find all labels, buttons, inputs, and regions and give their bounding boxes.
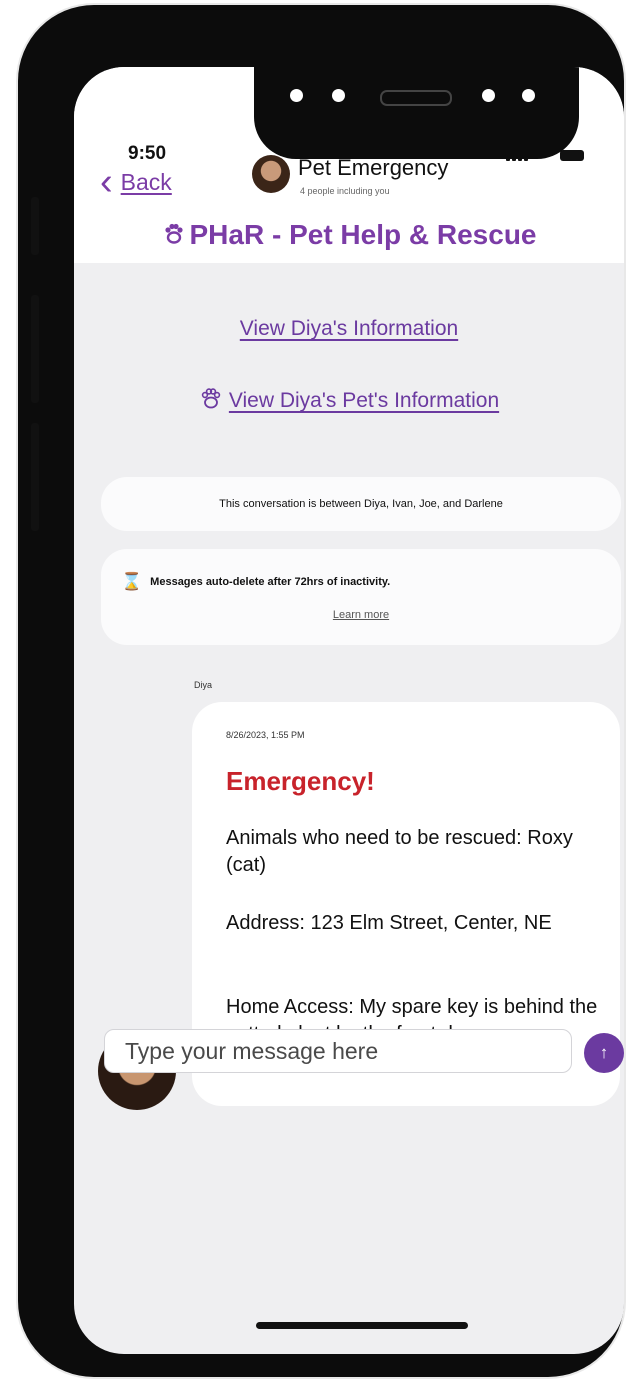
auto-delete-text: Messages auto-delete after 72hrs of inac… bbox=[150, 575, 391, 588]
phone-frame: 9:50 ◠ ‹ Back Pet Emergency 4 people inc… bbox=[18, 5, 624, 1377]
chat-subtitle: 4 people including you bbox=[300, 186, 390, 196]
message-timestamp: 8/26/2023, 1:55 PM bbox=[226, 730, 305, 740]
back-button[interactable]: ‹ Back bbox=[100, 163, 172, 201]
pet-info-link-text: View Diya's Pet's Information bbox=[228, 389, 500, 412]
battery-icon bbox=[559, 150, 584, 161]
message-address: Address: 123 Elm Street, Center, NE bbox=[226, 912, 552, 934]
phone-screen: 9:50 ◠ ‹ Back Pet Emergency 4 people inc… bbox=[74, 67, 624, 1354]
camera-notch bbox=[254, 67, 579, 159]
home-indicator[interactable] bbox=[256, 1322, 468, 1329]
back-label: Back bbox=[120, 168, 172, 195]
sender-name: Diya bbox=[194, 680, 213, 690]
send-button[interactable]: ↑ bbox=[584, 1033, 624, 1073]
pet-info-link[interactable]: View Diya's Pet's Information bbox=[74, 387, 624, 413]
learn-more-link[interactable]: Learn more bbox=[101, 609, 621, 621]
chevron-left-icon: ‹ bbox=[100, 161, 113, 203]
status-time: 9:50 bbox=[128, 143, 167, 164]
owner-info-link[interactable]: View Diya's Information bbox=[74, 317, 624, 341]
volume-up-button bbox=[31, 295, 39, 403]
message-input[interactable] bbox=[104, 1029, 572, 1073]
participants-text: This conversation is between Diya, Ivan,… bbox=[219, 498, 503, 510]
app-title: PHaR - Pet Help & Rescue bbox=[74, 219, 624, 251]
mute-switch bbox=[31, 197, 39, 255]
group-avatar[interactable] bbox=[252, 155, 290, 193]
owner-info-link-text: View Diya's Information bbox=[239, 317, 459, 340]
arrow-up-icon: ↑ bbox=[599, 1043, 609, 1062]
paw-icon bbox=[201, 388, 221, 409]
paw-icon bbox=[164, 223, 183, 244]
hourglass-icon: ⌛ bbox=[121, 572, 143, 591]
emergency-heading: Emergency! bbox=[226, 766, 375, 796]
participants-notice: This conversation is between Diya, Ivan,… bbox=[101, 477, 621, 531]
app-title-text: PHaR - Pet Help & Rescue bbox=[189, 219, 537, 250]
volume-down-button bbox=[31, 423, 39, 531]
auto-delete-notice: ⌛ Messages auto-delete after 72hrs of in… bbox=[101, 549, 621, 645]
message-animals: Animals who need to be rescued: Roxy (ca… bbox=[226, 827, 573, 876]
